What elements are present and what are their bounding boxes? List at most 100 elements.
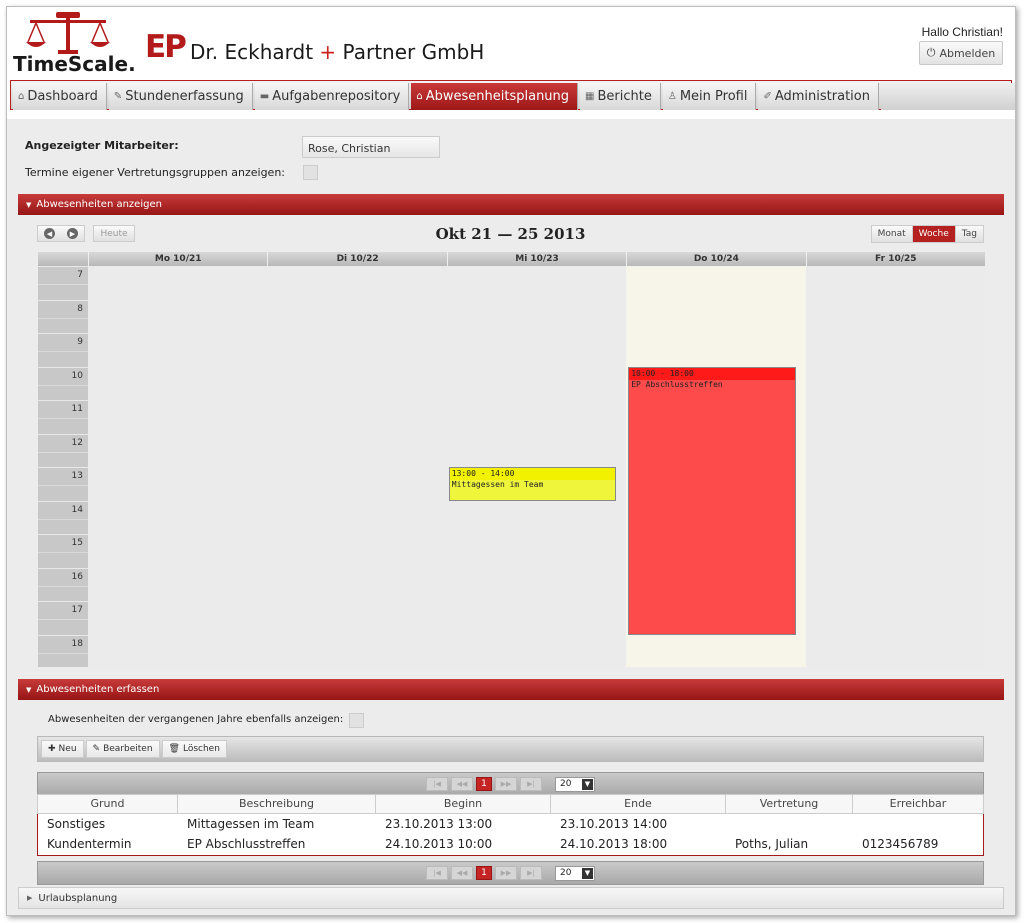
day-header[interactable]: Mi 10/23 [446,252,626,266]
page-size-value: 20 [560,868,572,878]
first-page-button[interactable]: |◀ [426,777,448,791]
column-header[interactable]: Grund [38,795,178,813]
cell-grund: Kundentermin [47,837,132,851]
tab-administration[interactable]: ✐ Administration [758,83,879,110]
past-years-checkbox[interactable] [349,713,364,728]
view-month-button[interactable]: Monat [871,226,913,242]
current-page[interactable]: 1 [476,866,492,880]
day-column[interactable] [88,266,268,667]
calendar-event[interactable]: 13:00 - 14:00 Mittagessen im Team [448,467,617,501]
trash-icon: 🗑 [168,744,180,754]
event-title: EP Abschlusstreffen [631,379,723,389]
section-vacation[interactable]: ▶ Urlaubsplanung [18,887,1004,909]
triangle-right-icon: ▶ [27,894,33,902]
first-page-button[interactable]: |◀ [426,866,448,880]
edit-button[interactable]: ✎ Bearbeiten [85,740,160,758]
tab-aufgabenrepository[interactable]: ▬ Aufgabenrepository [254,83,410,110]
wrench-icon: ✐ [763,91,772,102]
view-week-button[interactable]: Woche [912,226,956,242]
hour-label: 15 [71,538,83,548]
company-name: Dr. Eckhardt + Partner GmbH [190,40,484,64]
hour-label: 13 [71,471,83,481]
new-button[interactable]: ✚ Neu [41,740,84,758]
half-hour-line [38,284,88,285]
cell-grund: Sonstiges [47,817,106,831]
hour-slot: 16 [38,567,88,602]
day-column[interactable] [267,266,447,667]
day-column[interactable] [805,266,985,667]
tab-stundenerfassung[interactable]: ✎ Stundenerfassung [108,83,253,110]
section-show-absences[interactable]: ▼ Abwesenheiten anzeigen [18,194,1004,215]
greeting-text: Hallo Christian! [921,25,1003,39]
today-button[interactable]: Heute [93,225,135,242]
view-day-button[interactable]: Tag [955,226,983,242]
section-title: Urlaubsplanung [38,892,118,904]
event-time: 13:00 - 14:00 [449,468,616,480]
half-hour-line [38,418,88,419]
pencil-icon: ✎ [113,91,123,102]
next-page-button[interactable]: ▶▶ [495,777,517,791]
current-page[interactable]: 1 [476,777,492,791]
nav-filler [880,83,1015,110]
last-page-button[interactable]: ▶| [520,866,542,880]
home-icon: ⌂ [18,91,25,102]
cell-vertretung [726,814,853,834]
delete-label: Löschen [182,744,220,754]
cell-beschreibung: Mittagessen im Team [187,817,315,831]
column-header[interactable]: Beschreibung [178,795,376,813]
arrow-right-icon: ▶ [69,229,76,238]
prev-week-button[interactable]: ◀ [44,228,55,239]
absences-toolbar: ✚ Neu ✎ Bearbeiten 🗑 Löschen [37,736,984,762]
tab-label: Stundenerfassung [125,89,244,104]
tab-berichte[interactable]: ▦ Berichte [580,83,661,110]
section-record-absences[interactable]: ▼ Abwesenheiten erfassen [18,679,1004,700]
column-header[interactable]: Erreichbar [853,795,983,813]
groups-checkbox[interactable] [303,165,318,180]
prev-page-button[interactable]: ◀◀ [451,777,473,791]
calendar-grid: Mo 10/21 Di 10/22 Mi 10/23 Do 10/24 Fr 10/25… [38,252,985,667]
table-row[interactable]: Sonstiges Mittagessen im Team 23.10.2013… [38,814,983,834]
column-header[interactable]: Ende [551,795,726,813]
page-size-select[interactable]: 20 ▼ [555,865,595,881]
edit-label: Bearbeiten [103,744,153,754]
column-header[interactable]: Beginn [376,795,551,813]
user-icon: ♙ [667,91,677,102]
hour-slot: 10 [38,366,88,401]
new-label: Neu [58,744,77,754]
last-page-button[interactable]: ▶| [520,777,542,791]
power-icon: ⏻ [926,46,936,59]
tab-mein-profil[interactable]: ♙ Mein Profil [662,83,757,110]
employee-select[interactable]: Rose, Christian [302,136,440,158]
delete-button[interactable]: 🗑 Löschen [161,740,227,758]
hour-slot: 13 [38,467,88,501]
page-size-select[interactable]: 20 ▼ [555,776,595,792]
main-content: Angezeigter Mitarbeiter: Rose, Christian… [7,119,1015,915]
calendar-event[interactable]: 10:00 - 18:00 EP Abschlusstreffen [628,366,796,635]
next-week-button[interactable]: ▶ [67,228,78,239]
hour-label: 11 [71,404,83,414]
day-header-row: Mo 10/21 Di 10/22 Mi 10/23 Do 10/24 Fr 10/25 [38,252,985,266]
hour-slot: 17 [38,601,88,635]
chevron-down-icon: ▼ [582,867,593,879]
tab-label: Administration [774,89,870,104]
day-header[interactable]: Fr 10/25 [805,252,985,266]
tab-abwesenheitsplanung[interactable]: ⌂ Abwesenheitsplanung [411,83,579,110]
tab-label: Dashboard [27,89,98,104]
prev-page-button[interactable]: ◀◀ [451,866,473,880]
half-hour-line [38,351,88,352]
next-page-button[interactable]: ▶▶ [495,866,517,880]
column-header[interactable]: Vertretung [726,795,853,813]
table-row[interactable]: Kundentermin EP Abschlusstreffen 24.10.2… [38,834,983,854]
hour-slot: 8 [38,299,88,334]
triangle-down-icon: ▼ [26,685,32,694]
half-hour-line [38,485,88,486]
timescale-logo[interactable]: TimeScale. [12,12,137,76]
day-header[interactable]: Do 10/24 [626,252,805,266]
logout-button[interactable]: ⏻ Abmelden [919,41,1003,65]
timescale-wordmark: TimeScale. [13,52,136,76]
day-header[interactable]: Mo 10/21 [88,252,267,266]
tab-label: Aufgabenrepository [272,89,401,104]
tab-dashboard[interactable]: ⌂ Dashboard [13,83,107,110]
day-header[interactable]: Di 10/22 [267,252,446,266]
header: TimeScale. EP Dr. Eckhardt + Partner Gmb… [7,7,1015,79]
